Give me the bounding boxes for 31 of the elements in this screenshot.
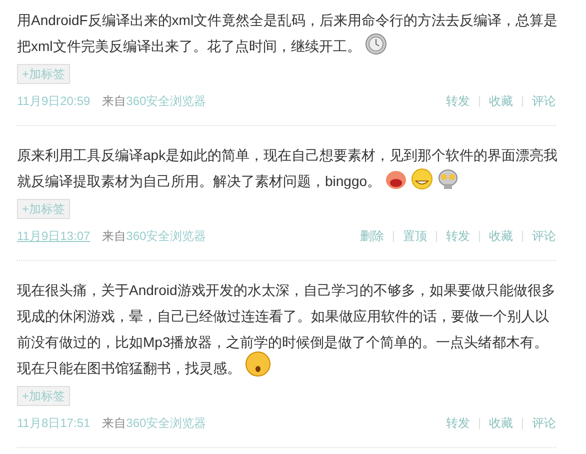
action-link[interactable]: 评论 xyxy=(522,418,556,428)
source-link[interactable]: 360安全浏览器 xyxy=(126,414,206,432)
emoticon-icon xyxy=(437,168,460,190)
action-link[interactable]: 评论 xyxy=(522,230,556,242)
add-tag-button[interactable]: +加标签 xyxy=(17,64,70,84)
source-link[interactable]: 360安全浏览器 xyxy=(126,228,206,244)
emoticon-icon xyxy=(245,351,271,377)
source-link[interactable]: 360安全浏览器 xyxy=(126,92,206,110)
post-text: 用AndroidF反编译出来的xml文件竟然全是乱码，后来用命令行的方法去反编译，总算是把xml文件完美反编译出来了。花了点时间，继续开工。 xyxy=(17,12,558,54)
post-time-link[interactable]: 11月8日17:51 xyxy=(17,414,90,432)
action-link[interactable]: 评论 xyxy=(522,96,556,106)
post-time-link[interactable]: 11月9日20:59 xyxy=(17,92,90,110)
action-link[interactable]: 删除 xyxy=(360,228,384,244)
action-link[interactable]: 收藏 xyxy=(479,418,513,428)
source-label: 来自 xyxy=(102,414,126,432)
add-tag-button[interactable]: +加标签 xyxy=(17,386,70,406)
emoticon-icon xyxy=(385,168,408,190)
action-link[interactable]: 转发 xyxy=(446,92,470,110)
source-label: 来自 xyxy=(102,92,126,110)
action-link[interactable]: 转发 xyxy=(436,230,470,242)
emoticon-icon xyxy=(411,168,434,190)
add-tag-button[interactable]: +加标签 xyxy=(17,199,70,219)
post-text: 现在很头痛，关于Android游戏开发的水太深，自己学习的不够多，如果要做只能做很多现成的休闲游戏，晕，自己已经做过连连看了。如果做应用软件的话，要做一个别人以前没有做过的，比如Mp3播放器，之前学的时候倒是做了个简单的。一点头绪都木有。现在只能在图书馆猛翻书，找灵感。 xyxy=(17,282,556,376)
post-text: 原来利用工具反编译apk是如此的简单，现在自己想要素材，见到那个软件的界面漂亮我就反编译提取素材为自己所用。解决了素材问题，binggo。 xyxy=(17,147,558,189)
action-link[interactable]: 转发 xyxy=(446,414,470,432)
post-time-link[interactable]: 11月9日13:07 xyxy=(17,228,90,244)
source-label: 来自 xyxy=(102,228,126,244)
action-link[interactable]: 收藏 xyxy=(479,96,513,106)
emoticon-icon xyxy=(364,33,387,55)
action-link[interactable]: 收藏 xyxy=(479,230,513,242)
action-link[interactable]: 置顶 xyxy=(393,230,427,242)
